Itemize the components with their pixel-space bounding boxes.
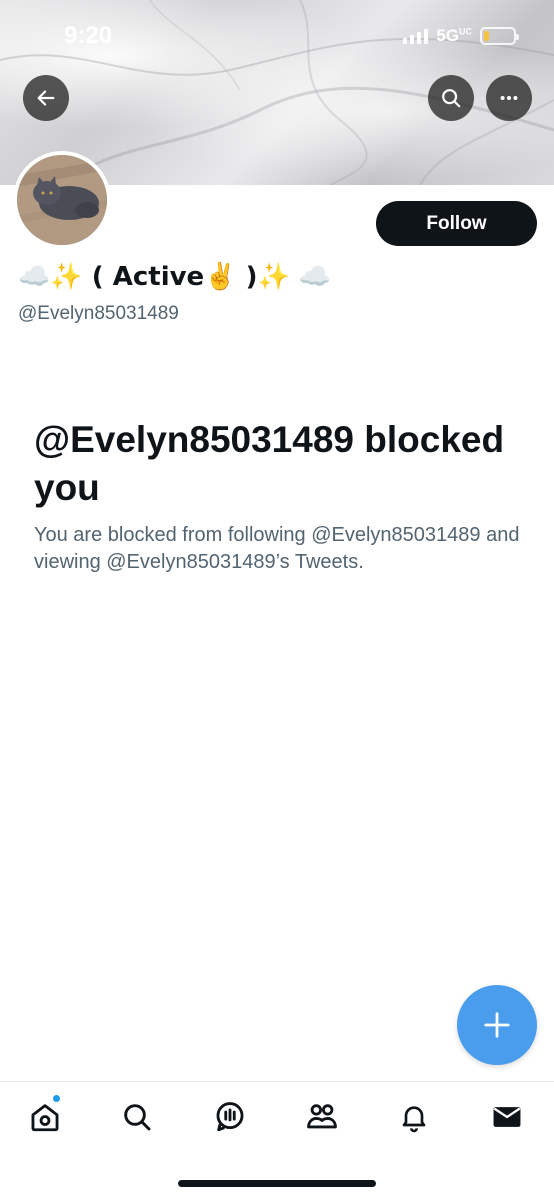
spaces-icon [216, 1102, 244, 1132]
tab-notifications[interactable] [394, 1097, 434, 1137]
home-indicator [178, 1180, 376, 1187]
blocked-description: You are blocked from following @Evelyn85… [34, 524, 520, 573]
tab-communities[interactable] [302, 1097, 342, 1137]
arrow-left-icon [37, 90, 55, 106]
tab-messages[interactable] [487, 1097, 527, 1137]
cat-photo [17, 155, 107, 245]
blocked-title: @Evelyn85031489 blocked you [34, 419, 505, 508]
back-button[interactable] [23, 75, 69, 121]
status-time: 9:20 [64, 22, 113, 49]
search-icon [442, 89, 461, 108]
profile-handle: @Evelyn85031489 [18, 303, 179, 324]
compose-tweet-button[interactable] [457, 985, 537, 1065]
tab-search[interactable] [117, 1097, 157, 1137]
envelope-icon [493, 1107, 521, 1127]
more-button[interactable] [486, 75, 532, 121]
status-indicators: 5GUC [403, 26, 519, 46]
home-icon [31, 1104, 59, 1132]
battery-icon [480, 27, 519, 45]
display-name: ☁️✨ ( Active✌️ )✨ ☁️ [18, 262, 332, 292]
signal-icon [403, 28, 429, 44]
tab-spaces[interactable] [210, 1097, 250, 1137]
search-icon [124, 1104, 151, 1131]
network-label: 5GUC [436, 26, 472, 45]
home-notification-dot [52, 1094, 61, 1103]
search-button[interactable] [428, 75, 474, 121]
ellipsis-icon [500, 95, 518, 101]
bell-icon [402, 1106, 426, 1133]
follow-button[interactable]: Follow [376, 201, 537, 246]
avatar[interactable] [13, 151, 111, 249]
communities-icon [307, 1104, 337, 1129]
plus-icon [484, 1012, 510, 1038]
tab-home[interactable] [25, 1097, 65, 1137]
